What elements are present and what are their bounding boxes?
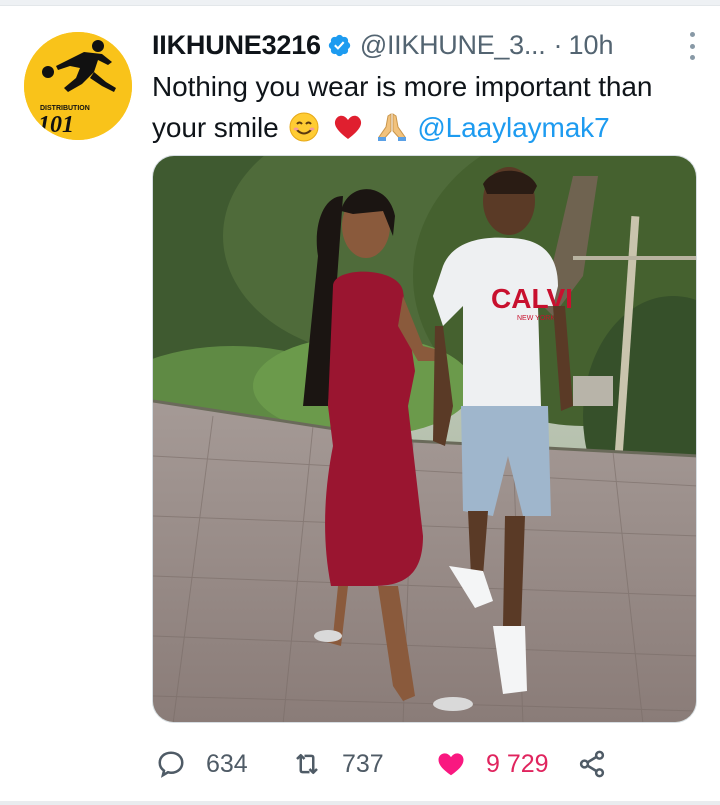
- distribution-101-logo: DISTRIBUTION 101: [24, 32, 132, 140]
- reply-button[interactable]: 634: [156, 742, 248, 786]
- tweet-actions: 634 737 9 729: [152, 742, 697, 786]
- share-button[interactable]: [577, 742, 607, 786]
- share-icon: [579, 750, 605, 778]
- mention-link[interactable]: @Laaylaymak7: [417, 112, 609, 143]
- bottom-divider: [0, 801, 720, 805]
- avatar-text-top: DISTRIBUTION: [40, 105, 90, 112]
- folded-hands-icon: [377, 113, 406, 141]
- smiling-face-icon: [289, 112, 319, 142]
- red-heart-icon: [334, 115, 362, 139]
- retweet-count: 737: [342, 749, 384, 778]
- user-handle[interactable]: @IIKHUNE_3...: [360, 30, 546, 61]
- verified-badge-icon: [328, 34, 351, 56]
- separator-dot: ·: [553, 29, 563, 60]
- photo-image: CALVI NEW YORK: [153, 156, 696, 722]
- tweet-text: Nothing you wear is more important than …: [152, 66, 702, 148]
- retweet-button[interactable]: 737: [292, 742, 384, 786]
- like-button[interactable]: 9 729: [436, 742, 549, 786]
- top-divider: [0, 0, 720, 6]
- tweet-media-photo[interactable]: CALVI NEW YORK: [152, 155, 697, 723]
- retweet-icon: [296, 754, 318, 774]
- shirt-subtext: NEW YORK: [517, 315, 555, 322]
- reply-count: 634: [206, 749, 248, 778]
- heart-filled-icon: [438, 753, 464, 776]
- more-options-icon[interactable]: [687, 32, 697, 60]
- tweet-time[interactable]: 10h: [568, 30, 613, 61]
- like-count: 9 729: [486, 749, 549, 778]
- avatar[interactable]: DISTRIBUTION 101: [24, 32, 132, 140]
- display-name[interactable]: IIKHUNE3216: [152, 30, 321, 61]
- tweet-header: IIKHUNE3216 @IIKHUNE_3... · 10h: [152, 26, 697, 64]
- reply-icon: [158, 751, 184, 778]
- avatar-text-bottom: 101: [38, 112, 74, 138]
